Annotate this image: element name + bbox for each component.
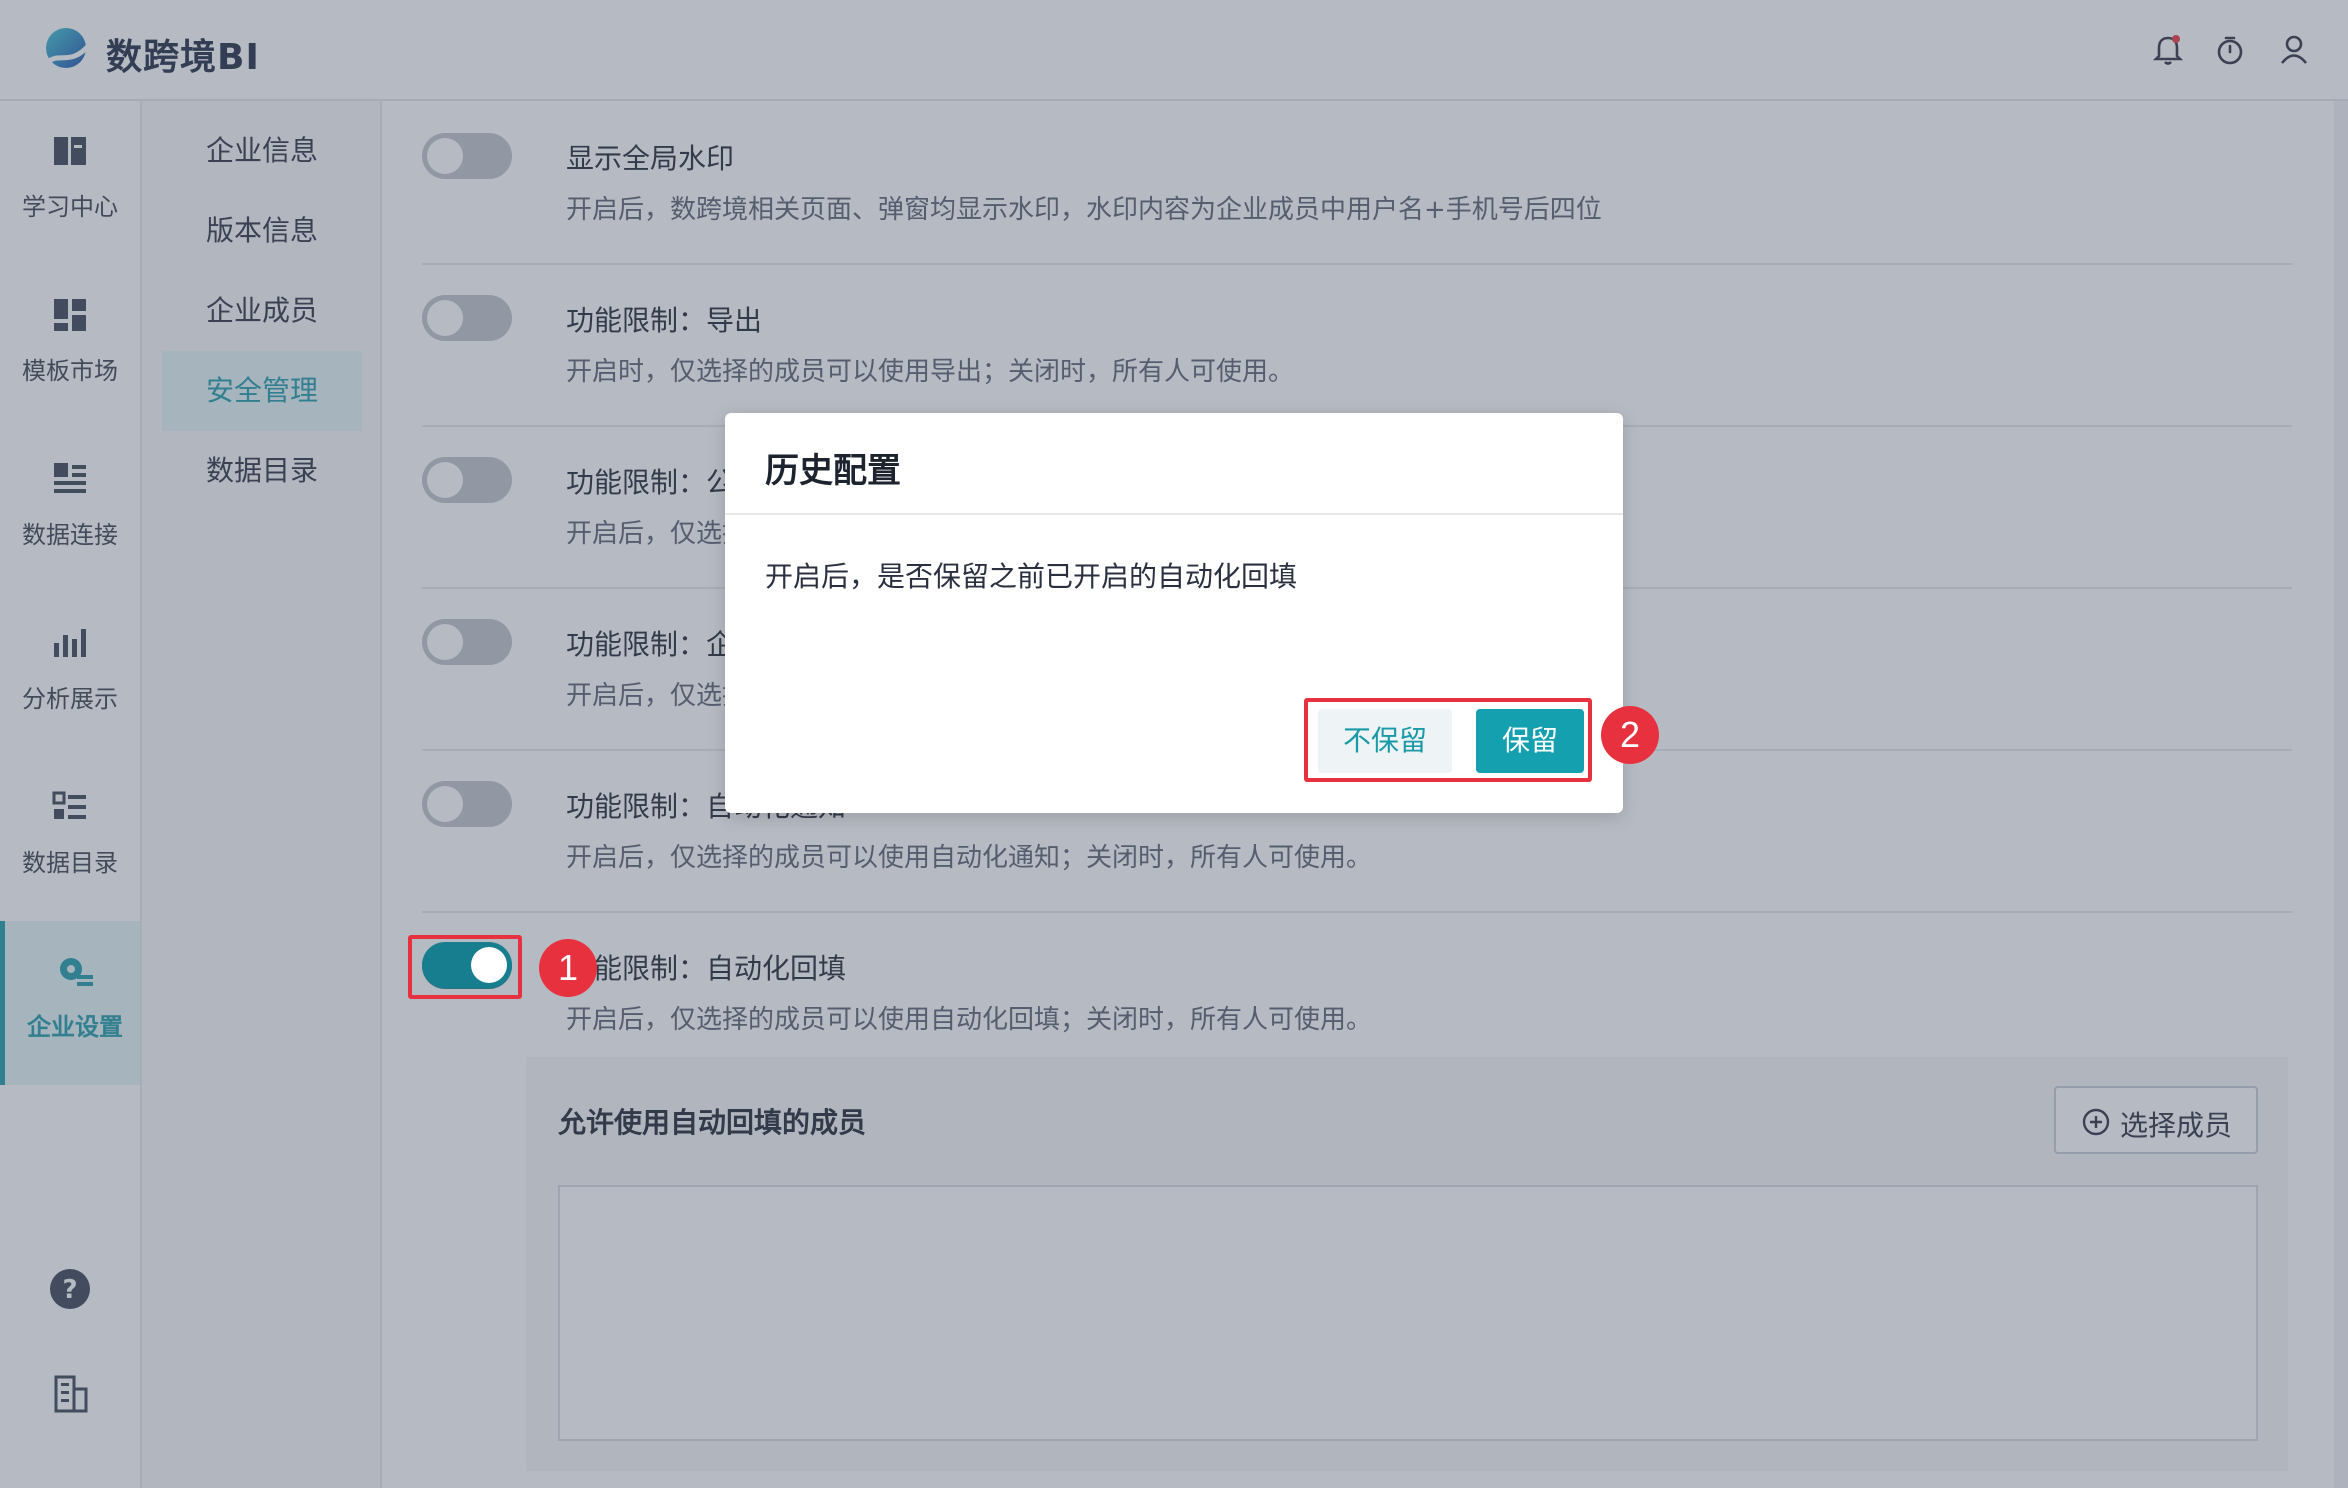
dialog-message: 开启后，是否保留之前已开启的自动化回填: [765, 560, 1298, 593]
annotation-highlight-toggle: [408, 935, 522, 999]
dialog-divider: [725, 513, 1623, 515]
annotation-badge-1: 1: [539, 939, 597, 997]
dialog-title: 历史配置: [765, 451, 901, 491]
annotation-highlight-buttons: [1304, 698, 1592, 782]
annotation-badge-2: 2: [1601, 706, 1659, 764]
